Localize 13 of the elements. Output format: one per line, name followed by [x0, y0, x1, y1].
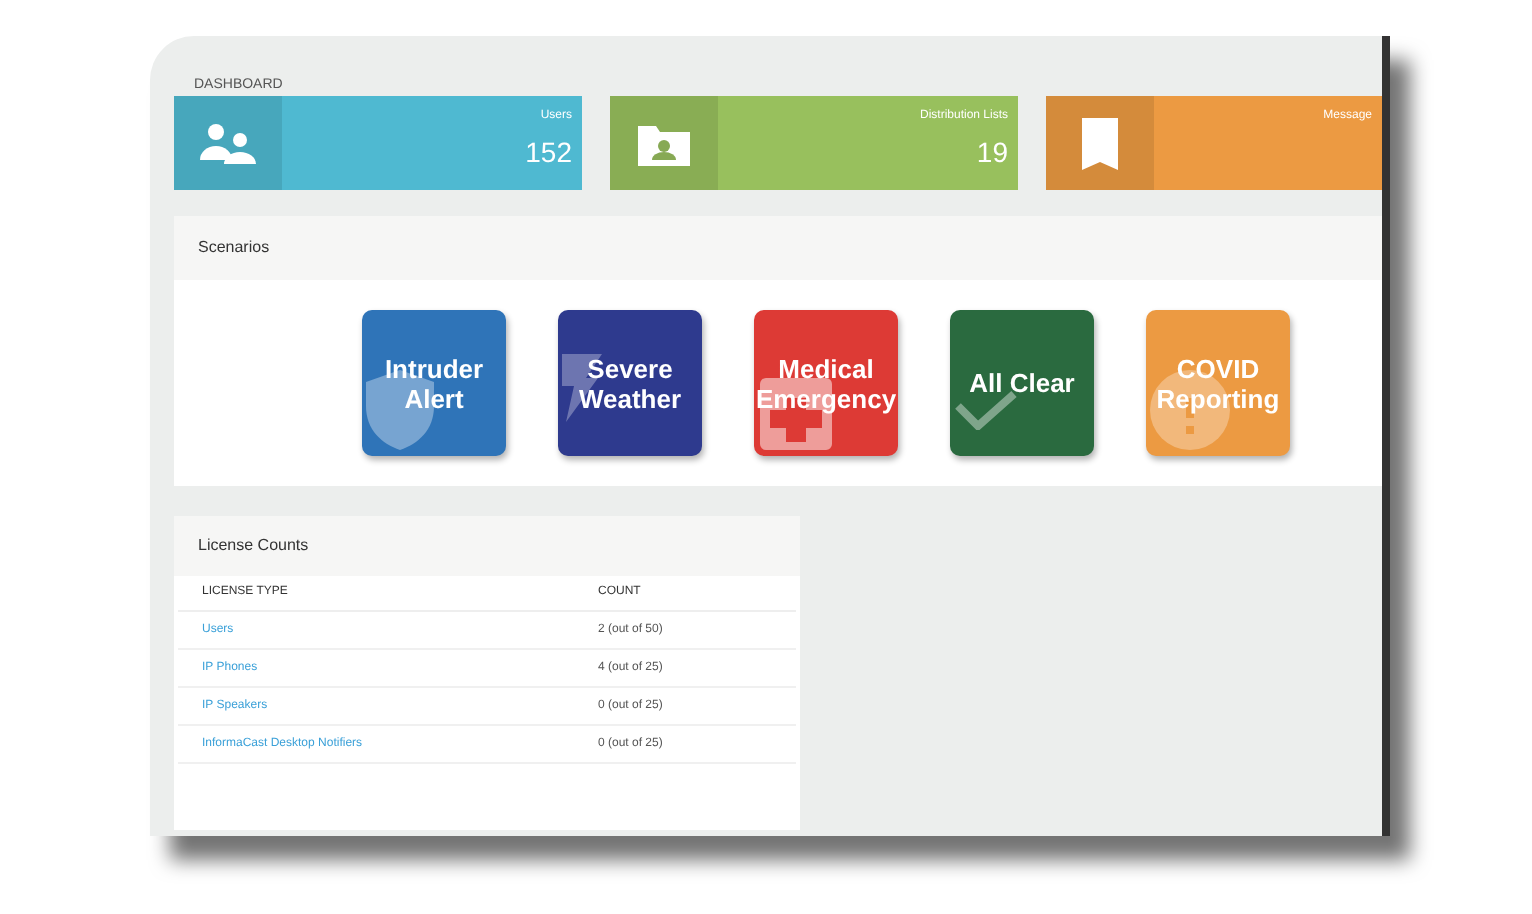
scenario-button[interactable]: Medical Emergency: [754, 310, 898, 456]
people-icon: [200, 121, 256, 165]
folder-person-icon: [638, 121, 690, 165]
scenario-button[interactable]: All Clear: [950, 310, 1094, 456]
checkmark-icon: [954, 390, 1018, 430]
stat-value: 152: [525, 138, 572, 166]
panel-title: License Counts: [198, 534, 309, 558]
scenario-button[interactable]: Severe Weather: [558, 310, 702, 456]
scenario-button[interactable]: COVID Reporting: [1146, 310, 1290, 456]
bookmark-icon: [1082, 117, 1118, 169]
scenario-button[interactable]: Intruder Alert: [362, 310, 506, 456]
stat-value: 19: [976, 138, 1008, 166]
panel-title: Scenarios: [198, 236, 270, 260]
